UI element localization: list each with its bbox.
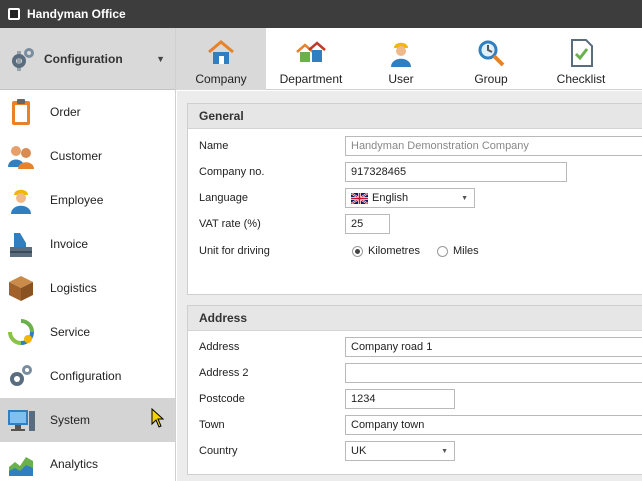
group-icon (478, 40, 505, 67)
unit-label: Unit for driving (199, 245, 270, 257)
sidebar-item-logistics[interactable]: Logistics (0, 266, 175, 310)
sidebar-module-selector[interactable]: Configuration ▼ (0, 28, 175, 90)
company-no-label: Company no. (199, 166, 265, 178)
town-label: Town (199, 419, 225, 431)
customers-icon (8, 146, 34, 169)
tab-checklist[interactable]: Checklist (536, 28, 626, 90)
tab-label: Group (474, 72, 508, 86)
name-label: Name (199, 140, 229, 152)
sidebar-item-customer[interactable]: Customer (0, 134, 175, 178)
general-panel: General Name Handyman Demonstration Comp… (187, 103, 642, 295)
name-field: Handyman Demonstration Company (345, 136, 642, 156)
tab-company[interactable]: Company (176, 28, 266, 90)
unit-radio-kilometres[interactable]: Kilometres (352, 241, 420, 261)
sidebar: Configuration ▼ Order Customer Employee (0, 28, 176, 481)
box-icon (9, 276, 33, 301)
unit-option-label: Miles (453, 245, 479, 257)
uk-flag-icon (351, 192, 368, 204)
sidebar-item-analytics[interactable]: Analytics (0, 442, 175, 481)
postcode-label: Postcode (199, 393, 245, 405)
language-select[interactable]: English ▼ (345, 188, 475, 208)
unit-radio-miles[interactable]: Miles (437, 241, 479, 261)
country-label: Country (199, 445, 238, 457)
address2-field[interactable] (345, 363, 642, 383)
computer-icon (8, 410, 35, 431)
title-bar: Handyman Office (0, 0, 642, 28)
sidebar-item-label: Service (50, 325, 91, 339)
sidebar-item-label: Customer (50, 149, 103, 163)
tab-department[interactable]: Department (266, 28, 356, 90)
recycle-icon (8, 319, 34, 345)
radio-selected[interactable] (352, 245, 363, 257)
unit-option-label: Kilometres (368, 245, 420, 257)
sidebar-item-service[interactable]: Service (0, 310, 175, 354)
sidebar-item-employee[interactable]: Employee (0, 178, 175, 222)
mouse-cursor-icon (151, 408, 165, 428)
content-area: General Name Handyman Demonstration Comp… (177, 91, 642, 481)
language-label: Language (199, 192, 248, 204)
sidebar-item-invoice[interactable]: Invoice (0, 222, 175, 266)
tab-group[interactable]: Group (446, 28, 536, 90)
sidebar-item-label: Invoice (50, 237, 89, 251)
sidebar-item-configuration[interactable]: Configuration (0, 354, 175, 398)
sidebar-item-label: Employee (50, 193, 104, 207)
postcode-field[interactable]: 1234 (345, 389, 455, 409)
user-icon (391, 42, 411, 67)
address-title: Address (188, 306, 642, 331)
gears-icon (12, 47, 34, 71)
sidebar-item-label: System (50, 413, 91, 427)
clipboard-icon (12, 99, 30, 125)
country-select[interactable]: UK ▼ (345, 441, 455, 461)
app-icon (8, 8, 20, 20)
module-tabs: Company Department User Group Checklist (176, 28, 642, 90)
tab-label: Checklist (556, 72, 606, 86)
sidebar-header-label: Configuration (44, 51, 123, 66)
address-label: Address (199, 341, 240, 353)
invoice-icon (10, 233, 32, 257)
chevron-down-icon: ▼ (156, 53, 165, 64)
house-icon (208, 40, 234, 64)
tab-label: User (388, 72, 414, 86)
chevron-down-icon: ▼ (441, 448, 448, 455)
country-value: UK (351, 445, 367, 457)
sidebar-item-label: Analytics (50, 457, 99, 471)
tab-label: Company (195, 72, 247, 86)
sidebar-item-label: Logistics (50, 281, 97, 295)
language-value: English (372, 192, 409, 204)
gears-icon (10, 365, 32, 386)
company-no-field[interactable]: 917328465 (345, 162, 567, 182)
general-title: General (188, 104, 642, 129)
chevron-down-icon: ▼ (461, 195, 468, 202)
address-field[interactable]: Company road 1 (345, 337, 642, 357)
sidebar-item-label: Order (50, 105, 81, 119)
address-panel: Address Address Company road 1 Address 2… (187, 305, 642, 475)
town-field[interactable]: Company town (345, 415, 642, 435)
sidebar-item-label: Configuration (50, 369, 122, 383)
houses-icon (296, 41, 326, 62)
checklist-icon (571, 39, 593, 67)
tab-user[interactable]: User (356, 28, 446, 90)
tab-label: Department (279, 72, 343, 86)
sidebar-item-system[interactable]: System (0, 398, 175, 442)
address2-label: Address 2 (199, 367, 249, 379)
sidebar-item-order[interactable]: Order (0, 90, 175, 134)
vat-label: VAT rate (%) (199, 218, 261, 230)
chart-icon (9, 457, 33, 476)
radio-unselected[interactable] (437, 245, 448, 257)
worker-icon (11, 189, 31, 214)
app-title: Handyman Office (27, 7, 126, 21)
vat-field[interactable]: 25 (345, 214, 390, 234)
